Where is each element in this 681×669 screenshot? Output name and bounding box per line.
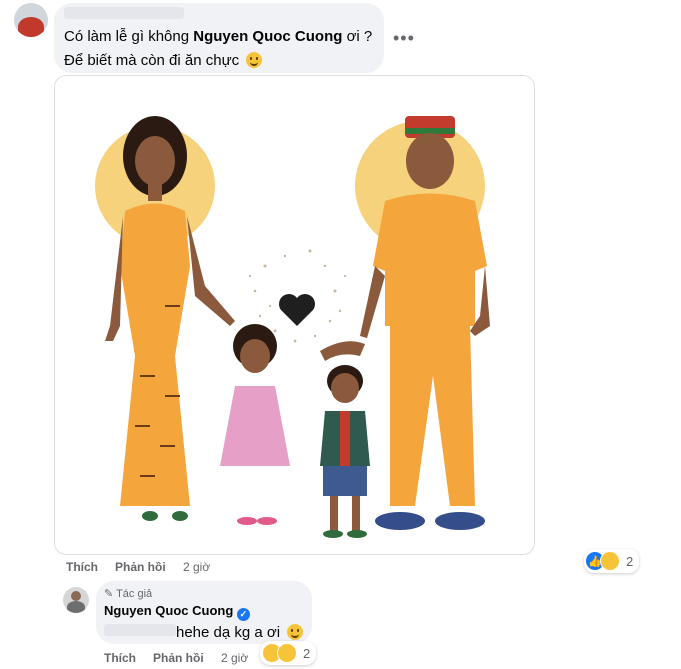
verified-icon: ✓ [236, 608, 250, 621]
comment-image[interactable] [54, 75, 535, 555]
reply-text: hehe dạ kg a ơi [176, 621, 304, 643]
commenter-name-redacted[interactable] [64, 7, 184, 19]
author-badge: ✎ Tác giả [104, 588, 153, 600]
reply-author-name[interactable]: Nguyen Quoc Cuong ✓ [104, 603, 250, 621]
reply-time[interactable]: 2 giờ [221, 651, 248, 665]
reply-author-avatar[interactable] [63, 587, 89, 613]
like-action[interactable]: Thích [66, 560, 98, 574]
mention-link[interactable]: Nguyen Quoc Cuong [193, 28, 342, 45]
smile-emoji-icon [246, 52, 263, 68]
reply-reaction-count: 2 [303, 645, 311, 661]
reply-reactions-summary[interactable]: 2 [260, 641, 317, 665]
reactions-summary[interactable]: 👍 2 [584, 549, 640, 573]
comment-text-line1: Có làm lễ gì không Nguyen Quoc Cuong ơi … [64, 28, 373, 45]
reply-reply-action[interactable]: Phản hồi [153, 651, 204, 665]
haha-reaction-icon [277, 643, 297, 663]
smile-emoji-icon [287, 624, 304, 640]
family-illustration [95, 116, 490, 538]
reply-like-action[interactable]: Thích [104, 651, 136, 665]
more-options-icon[interactable]: ••• [393, 28, 415, 49]
comment-text-line2: Để biết mà còn đi ăn chực [64, 49, 263, 71]
pencil-icon: ✎ [104, 588, 114, 600]
reply-bubble: ✎ Tác giả Nguyen Quoc Cuong ✓ hehe dạ kg… [96, 581, 312, 644]
mention-redacted[interactable] [104, 624, 176, 636]
commenter-avatar[interactable] [14, 3, 48, 37]
comment-time[interactable]: 2 giờ [183, 560, 210, 574]
reply-action[interactable]: Phản hồi [115, 560, 166, 574]
comment-bubble: Có làm lễ gì không Nguyen Quoc Cuong ơi … [54, 3, 384, 73]
haha-reaction-icon [600, 551, 620, 571]
reaction-count: 2 [626, 553, 634, 569]
